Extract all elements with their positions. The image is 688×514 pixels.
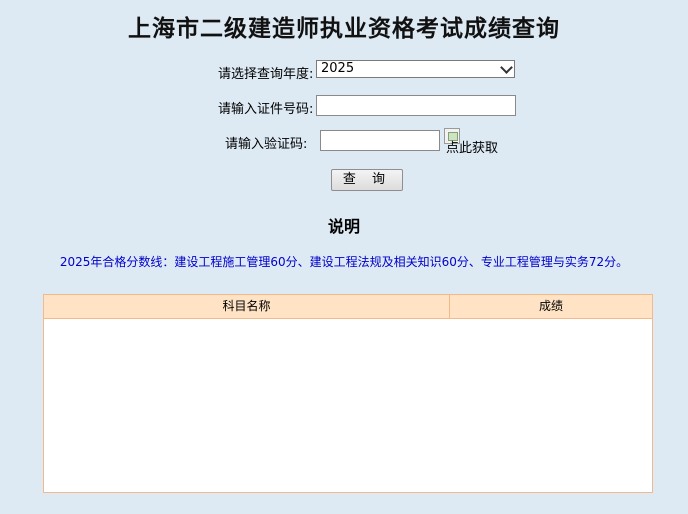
captcha-refresh-link[interactable]: 点此获取 [446,137,498,156]
captcha-label: 请输入验证码: [225,137,308,152]
score-table: 科目名称 成绩 [43,294,653,493]
year-label: 请选择查询年度: [218,67,314,82]
year-select-value: 2025 [321,61,355,76]
captcha-input[interactable] [320,130,440,151]
id-number-input[interactable] [316,95,516,116]
explain-heading: 说明 [327,217,360,236]
query-button[interactable]: 查 询 [331,169,403,191]
year-select[interactable]: 2025 [316,60,515,78]
column-header-score: 成绩 [538,299,563,313]
chevron-down-icon [500,61,513,74]
page-title: 上海市二级建造师执业资格考试成绩查询 [128,15,560,42]
id-number-label: 请输入证件号码: [218,102,314,117]
column-header-subject: 科目名称 [44,295,450,318]
pass-score-notice: 2025年合格分数线：建设工程施工管理60分、建设工程法规及相关知识60分、专业… [59,255,629,269]
table-header-row: 科目名称 成绩 [44,295,652,319]
